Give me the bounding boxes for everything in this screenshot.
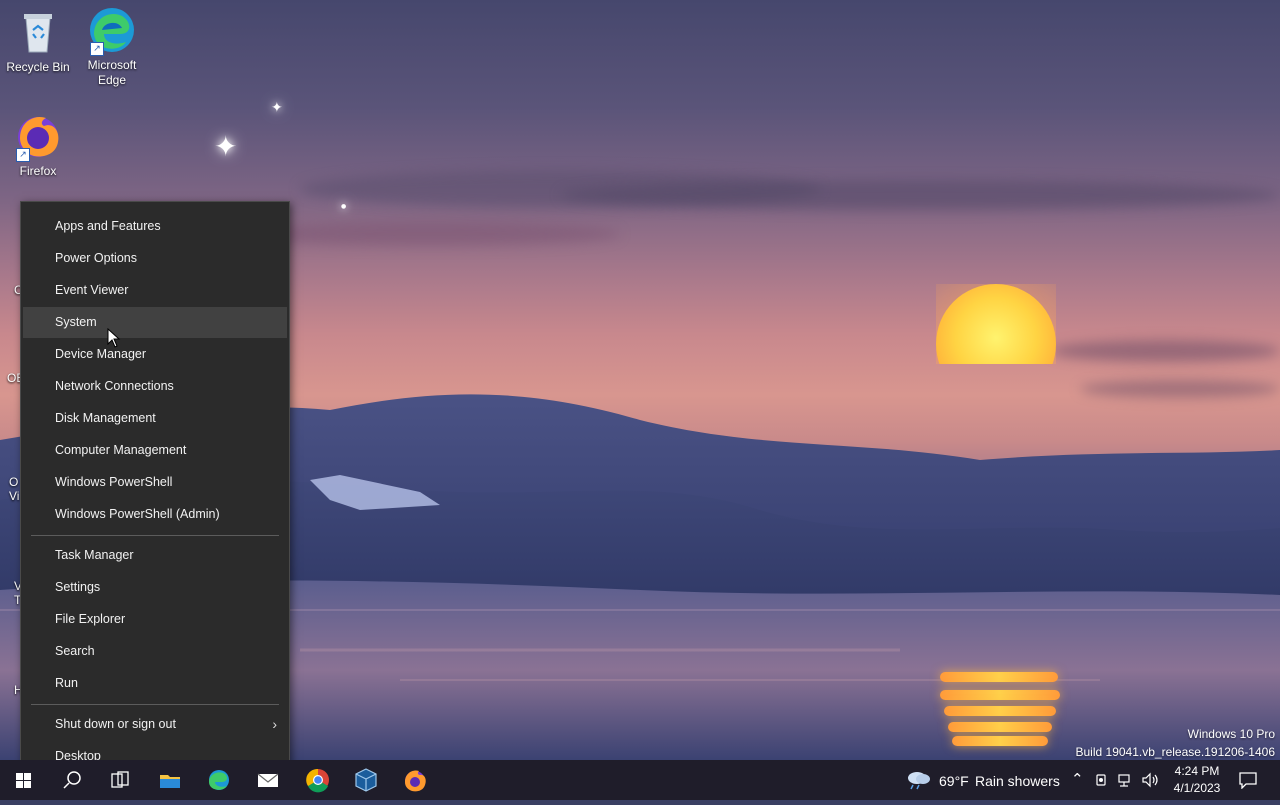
firefox-label: Firefox [19,164,57,178]
menu-item-power-options[interactable]: Power Options [23,243,287,274]
taskbar-firefox[interactable] [391,760,439,800]
virtualbox-icon [355,768,377,792]
menu-item-computer-management[interactable]: Computer Management [23,435,287,466]
start-button[interactable] [0,760,48,800]
menu-item-search[interactable]: Search [23,636,287,667]
chrome-icon [306,768,329,793]
menu-item-label: Task Manager [55,548,134,562]
firefox-icon [405,770,426,792]
menu-item-label: Shut down or sign out [55,717,176,731]
clock-date[interactable]: 4/1/2023 [1166,781,1228,795]
menu-item-apps-and-features[interactable]: Apps and Features [23,211,287,242]
taskbar-mail[interactable] [244,760,292,800]
menu-separator [31,535,279,536]
menu-separator [31,704,279,705]
recycle-bin-icon [14,8,62,56]
menu-item-run[interactable]: Run [23,668,287,699]
menu-item-label: Run [55,676,78,690]
start-icon [16,773,31,788]
menu-item-label: File Explorer [55,612,126,626]
menu-item-label: Computer Management [55,443,187,457]
edge-icon: ↗ [88,6,136,56]
desktop-icon-edge[interactable]: ↗ Microsoft Edge [74,6,150,88]
menu-item-label: Apps and Features [55,219,161,233]
menu-item-label: Settings [55,580,101,594]
partial-desktop-label: Vi [9,489,20,503]
menu-item-label: Disk Management [55,411,156,425]
taskbar-search-button[interactable] [48,760,96,800]
power-user-context-menu: Apps and Features Power Options Event Vi… [20,201,290,781]
menu-item-event-viewer[interactable]: Event Viewer [23,275,287,306]
menu-item-windows-powershell[interactable]: Windows PowerShell [23,467,287,498]
windows-version-line: Windows 10 Pro [1187,727,1275,741]
network-icon[interactable] [1117,772,1135,788]
mouse-cursor-icon [107,328,121,348]
menu-item-label: System [55,315,97,329]
menu-item-label: Windows PowerShell (Admin) [55,507,220,521]
file-explorer-icon [160,775,180,788]
clock-time[interactable]: 4:24 PM [1172,764,1222,778]
notification-center-icon[interactable] [1238,771,1258,789]
desktop-icon-recycle-bin[interactable]: Recycle Bin [0,8,76,75]
menu-item-label: Windows PowerShell [55,475,173,489]
taskbar-file-explorer[interactable] [146,760,194,800]
edge-icon [209,770,229,790]
firefox-icon: ↗ [14,112,62,162]
menu-item-disk-management[interactable]: Disk Management [23,403,287,434]
shortcut-arrow-icon: ↗ [90,42,104,56]
menu-item-label: Event Viewer [55,283,129,297]
edge-label: Microsoft Edge [87,58,137,87]
star-icon: ✦ [214,130,238,163]
star-icon: ✦ [271,100,283,116]
menu-item-windows-powershell-admin[interactable]: Windows PowerShell (Admin) [23,499,287,530]
mail-icon [257,773,279,787]
menu-item-label: Power Options [55,251,137,265]
menu-item-label: Search [55,644,95,658]
menu-item-label: Device Manager [55,347,147,361]
menu-item-network-connections[interactable]: Network Connections [23,371,287,402]
menu-item-device-manager[interactable]: Device Manager [23,339,287,370]
weather-rain-icon[interactable] [905,769,933,791]
weather-condition[interactable]: Rain showers [975,773,1060,789]
menu-item-settings[interactable]: Settings [23,572,287,603]
shortcut-arrow-icon: ↗ [16,148,30,162]
menu-item-label: Network Connections [55,379,174,393]
volume-icon[interactable] [1141,772,1161,788]
desktop-icon-firefox[interactable]: ↗ Firefox [0,112,76,179]
task-view-icon [111,771,129,788]
windows-build-line: Build 19041.vb_release.191206-1406 [1075,745,1276,759]
recycle-bin-label: Recycle Bin [6,60,70,74]
menu-item-file-explorer[interactable]: File Explorer [23,604,287,635]
menu-item-shut-down-or-sign-out[interactable]: Shut down or sign out › [23,709,287,740]
taskbar-chrome[interactable] [294,760,342,800]
weather-temperature[interactable]: 69°F [939,773,969,789]
taskbar: 69°F Rain showers ⌃ 4:24 PM 4/1/2023 [0,760,1280,800]
partial-desktop-label: O [9,475,19,489]
task-view-button[interactable] [96,760,144,800]
taskbar-edge[interactable] [195,760,243,800]
menu-item-system[interactable]: System [23,307,287,338]
star-icon: ● [341,203,347,210]
taskbar-virtualbox[interactable] [342,760,390,800]
chevron-up-icon[interactable]: ⌃ [1071,770,1084,788]
menu-item-task-manager[interactable]: Task Manager [23,540,287,571]
meet-now-icon[interactable] [1094,772,1112,788]
chevron-right-icon: › [272,716,277,732]
search-icon [63,771,81,789]
